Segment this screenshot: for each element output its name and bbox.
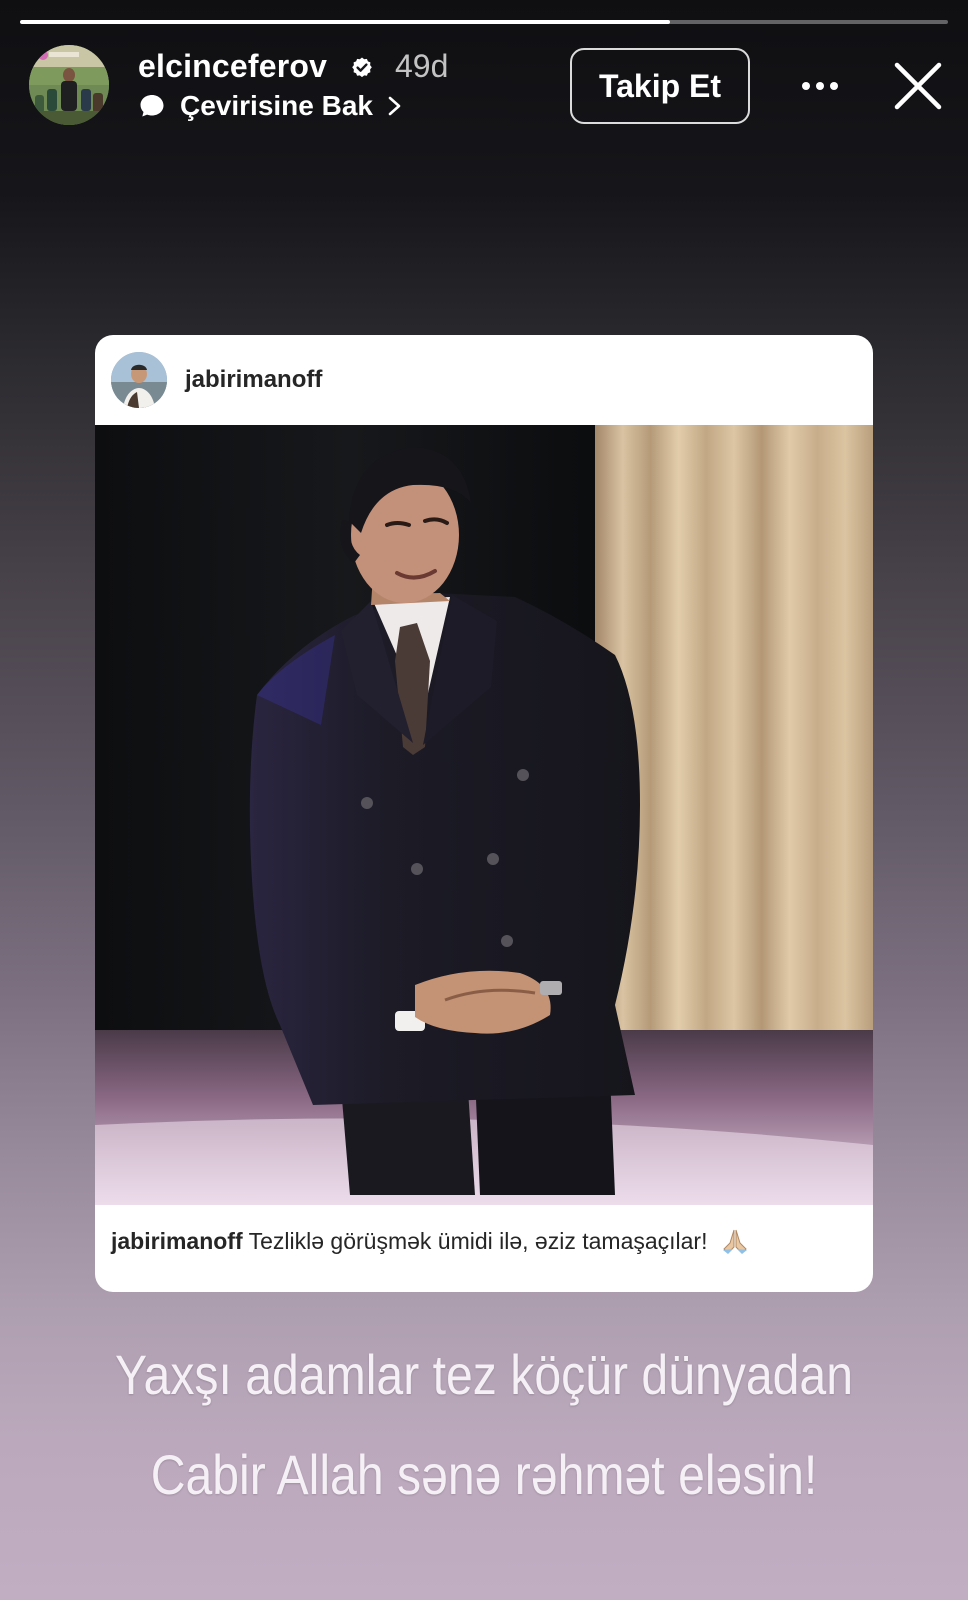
chevron-right-icon <box>388 96 401 116</box>
story-text-line-1: Yaxşı adamlar tez köçür dünyadan <box>115 1343 853 1406</box>
follow-button[interactable]: Takip Et <box>570 48 750 124</box>
story-progress-bar <box>20 20 948 24</box>
caption-username[interactable]: jabirimanoff <box>111 1228 243 1254</box>
shared-post-photo <box>95 425 873 1205</box>
shared-post-username[interactable]: jabirimanoff <box>185 366 322 394</box>
story-viewer[interactable]: elcinceferov 49d Çevirisine Bak Takip Et <box>0 0 968 1600</box>
speech-bubble-icon <box>140 95 164 117</box>
avatar[interactable] <box>29 45 109 125</box>
see-translation-label: Çevirisine Bak <box>180 90 373 121</box>
shared-post-header: jabirimanoff <box>95 335 873 425</box>
verified-badge-icon <box>352 57 372 78</box>
man-in-suit-photo <box>95 425 873 1205</box>
story-progress-fill <box>20 20 670 24</box>
shared-post-card[interactable]: jabirimanoff jabirimanoff Tezliklə görüş… <box>95 335 873 1292</box>
story-text-line-2: Cabir Allah sənə rəhmət eləsin! <box>150 1443 818 1506</box>
shared-post-avatar-image <box>111 352 167 408</box>
avatar-image <box>29 45 109 125</box>
story-username[interactable]: elcinceferov <box>138 48 327 85</box>
story-time-ago: 49d <box>395 48 449 84</box>
see-translation-link[interactable]: Çevirisine Bak <box>138 89 403 123</box>
shared-post-avatar[interactable] <box>111 352 167 408</box>
story-header: elcinceferov 49d Çevirisine Bak Takip Et <box>0 44 968 134</box>
praying-hands-icon <box>722 1229 747 1254</box>
shared-post-caption: jabirimanoff Tezliklə görüşmək ümidi ilə… <box>111 1227 861 1255</box>
caption-text: Tezliklə görüşmək ümidi ilə, əziz tamaşa… <box>248 1228 708 1254</box>
more-options-icon[interactable] <box>796 66 844 106</box>
close-icon[interactable] <box>892 60 944 112</box>
